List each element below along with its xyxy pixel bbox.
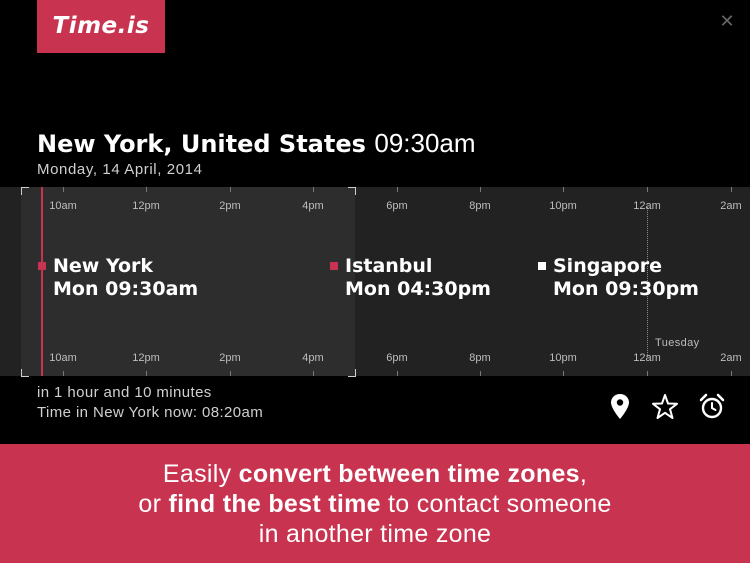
- timeline-tick: [313, 371, 314, 376]
- zone-marker: [38, 262, 46, 270]
- banner-line-2: or find the best time to contact someone: [0, 489, 750, 519]
- timeline-tick: [397, 371, 398, 376]
- selected-time: 09:30am: [374, 128, 476, 158]
- timeline-tick: [563, 371, 564, 376]
- close-icon[interactable]: ✕: [716, 10, 738, 32]
- selection-corner-top-right: [348, 187, 356, 195]
- relative-time-text: in 1 hour and 10 minutes: [37, 384, 212, 401]
- timeline-tick: [647, 187, 648, 192]
- timeline-tick: [480, 371, 481, 376]
- day-label: Tuesday: [655, 337, 700, 349]
- timeline-hour-label: 12pm: [132, 352, 160, 364]
- promo-banner: Easily convert between time zones, or fi…: [0, 444, 750, 563]
- timeline-tick: [563, 187, 564, 192]
- timeline-tick: [146, 187, 147, 192]
- zone-name: New York: [53, 255, 154, 277]
- page-title: New York, United States 09:30am: [37, 128, 476, 159]
- timeline-tick: [230, 187, 231, 192]
- timeline-hour-label: 2am: [720, 352, 742, 364]
- star-icon[interactable]: [651, 392, 679, 422]
- timeline-hour-label: 4pm: [302, 200, 324, 212]
- alarm-clock-icon[interactable]: [698, 392, 726, 422]
- timeline-hour-label: 8pm: [469, 200, 491, 212]
- banner-line-3: in another time zone: [258, 520, 492, 548]
- timeline-tick: [313, 187, 314, 192]
- zone-time: Mon 09:30am: [53, 278, 199, 300]
- timeline-hour-label: 4pm: [302, 352, 324, 364]
- timeline-tick: [480, 187, 481, 192]
- selected-date: Monday, 14 April, 2014: [37, 161, 203, 178]
- timeline-tick: [230, 371, 231, 376]
- timeline-tick: [63, 187, 64, 192]
- zone-name: Singapore: [553, 255, 663, 277]
- current-time-marker[interactable]: [41, 187, 43, 376]
- zone-marker: [330, 262, 338, 270]
- selection-corner-top-left: [21, 187, 29, 195]
- current-time-text: Time in New York now: 08:20am: [37, 404, 264, 421]
- timeline-hour-label: 8pm: [469, 352, 491, 364]
- timeline-tick: [146, 371, 147, 376]
- timeline-hour-label: 2pm: [219, 352, 241, 364]
- timeline-hour-label: 10pm: [549, 352, 577, 364]
- banner-emphasis: find the best time: [168, 490, 381, 518]
- selection-corner-bottom-left: [21, 369, 29, 377]
- selection-corner-bottom-right: [348, 369, 356, 377]
- timeline-tick: [397, 187, 398, 192]
- timeline-hour-label: 6pm: [386, 200, 408, 212]
- zone-singapore[interactable]: Singapore Mon 09:30pm: [538, 255, 699, 301]
- timeline-hour-label: 12am: [633, 200, 661, 212]
- banner-emphasis: convert between time zones: [238, 460, 580, 488]
- banner-text: Easily: [162, 460, 239, 488]
- zone-istanbul[interactable]: Istanbul Mon 04:30pm: [330, 255, 491, 301]
- timeline-hour-label: 6pm: [386, 352, 408, 364]
- time-is-logo[interactable]: Time.is: [37, 0, 165, 53]
- timeline-hour-label: 12pm: [132, 200, 160, 212]
- timeline-tick: [731, 187, 732, 192]
- banner-text: or: [138, 490, 169, 518]
- timeline-tick: [63, 371, 64, 376]
- zone-time: Mon 09:30pm: [553, 278, 699, 300]
- zone-name: Istanbul: [345, 255, 433, 277]
- zone-time: Mon 04:30pm: [345, 278, 491, 300]
- zone-marker: [538, 262, 546, 270]
- banner-text: ,: [579, 460, 588, 488]
- city-name: New York, United States: [37, 130, 366, 158]
- timeline[interactable]: 10am 12pm 2pm 4pm 6pm 8pm 10pm 12am 2am 10am 12pm 2…: [0, 187, 750, 377]
- timeline-hour-label: 10pm: [549, 200, 577, 212]
- banner-text: to contact someone: [380, 490, 612, 518]
- timeline-hour-label: 2pm: [219, 200, 241, 212]
- zone-new-york[interactable]: New York Mon 09:30am: [38, 255, 199, 301]
- timeline-tick: [647, 371, 648, 376]
- banner-line-1: Easily convert between time zones,: [0, 459, 750, 489]
- timeline-tick: [731, 371, 732, 376]
- map-pin-icon[interactable]: [606, 392, 634, 422]
- timeline-hour-label: 12am: [633, 352, 661, 364]
- timeline-hour-label: 2am: [720, 200, 742, 212]
